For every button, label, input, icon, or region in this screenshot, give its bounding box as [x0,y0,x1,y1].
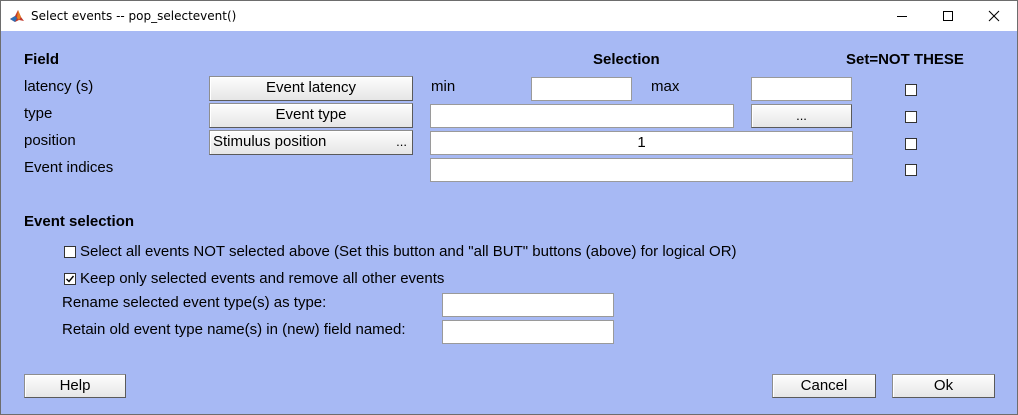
cancel-button[interactable]: Cancel [772,374,876,398]
not-these-header: Set=NOT THESE [846,51,964,68]
not-selected-checkbox[interactable] [64,246,76,258]
position-not-checkbox[interactable] [905,138,917,150]
stimulus-position-button-suffix: ... [396,134,407,149]
event-latency-button[interactable]: Event latency [209,76,413,101]
event-type-button[interactable]: Event type [209,103,413,128]
position-label: position [24,132,76,149]
minimize-icon [897,16,907,17]
rename-input[interactable] [442,293,614,317]
rename-label: Rename selected event type(s) as type: [62,294,327,311]
latency-label: latency (s) [24,78,94,95]
position-input[interactable]: 1 [430,131,853,155]
dialog-window: Select events -- pop_selectevent() Field… [0,0,1018,415]
ok-button[interactable]: Ok [892,374,995,398]
stimulus-position-button-label: Stimulus position [213,133,327,150]
keep-only-label[interactable]: Keep only selected events and remove all… [80,270,444,287]
selection-header: Selection [593,51,660,68]
close-icon [988,10,1000,22]
stimulus-position-button[interactable]: Stimulus position ... [209,130,413,155]
latency-min-input[interactable] [531,77,632,101]
latency-max-label: max [651,78,680,95]
close-button[interactable] [971,1,1017,31]
maximize-icon [943,11,953,21]
event-selection-heading: Event selection [24,213,135,230]
type-label: type [24,105,53,122]
latency-max-input[interactable] [751,77,852,101]
indices-not-checkbox[interactable] [905,164,917,176]
retain-label: Retain old event type name(s) in (new) f… [62,321,406,338]
maximize-button[interactable] [925,1,971,31]
type-browse-button[interactable]: ... [751,104,852,128]
minimize-button[interactable] [879,1,925,31]
dialog-content: Field Selection Set=NOT THESE latency (s… [1,32,1017,414]
keep-only-checkbox[interactable] [64,273,76,285]
not-selected-label[interactable]: Select all events NOT selected above (Se… [80,243,737,260]
type-input[interactable] [430,104,734,128]
field-header: Field [24,51,60,68]
title-bar[interactable]: Select events -- pop_selectevent() [1,1,1017,31]
window-title: Select events -- pop_selectevent() [31,9,237,23]
latency-not-checkbox[interactable] [905,84,917,96]
retain-input[interactable] [442,320,614,344]
checkmark-icon [66,275,75,283]
matlab-logo-icon [9,8,25,24]
help-button[interactable]: Help [24,374,126,398]
type-not-checkbox[interactable] [905,111,917,123]
latency-min-label: min [431,78,456,95]
event-indices-input[interactable] [430,158,853,182]
event-indices-label: Event indices [24,159,114,176]
